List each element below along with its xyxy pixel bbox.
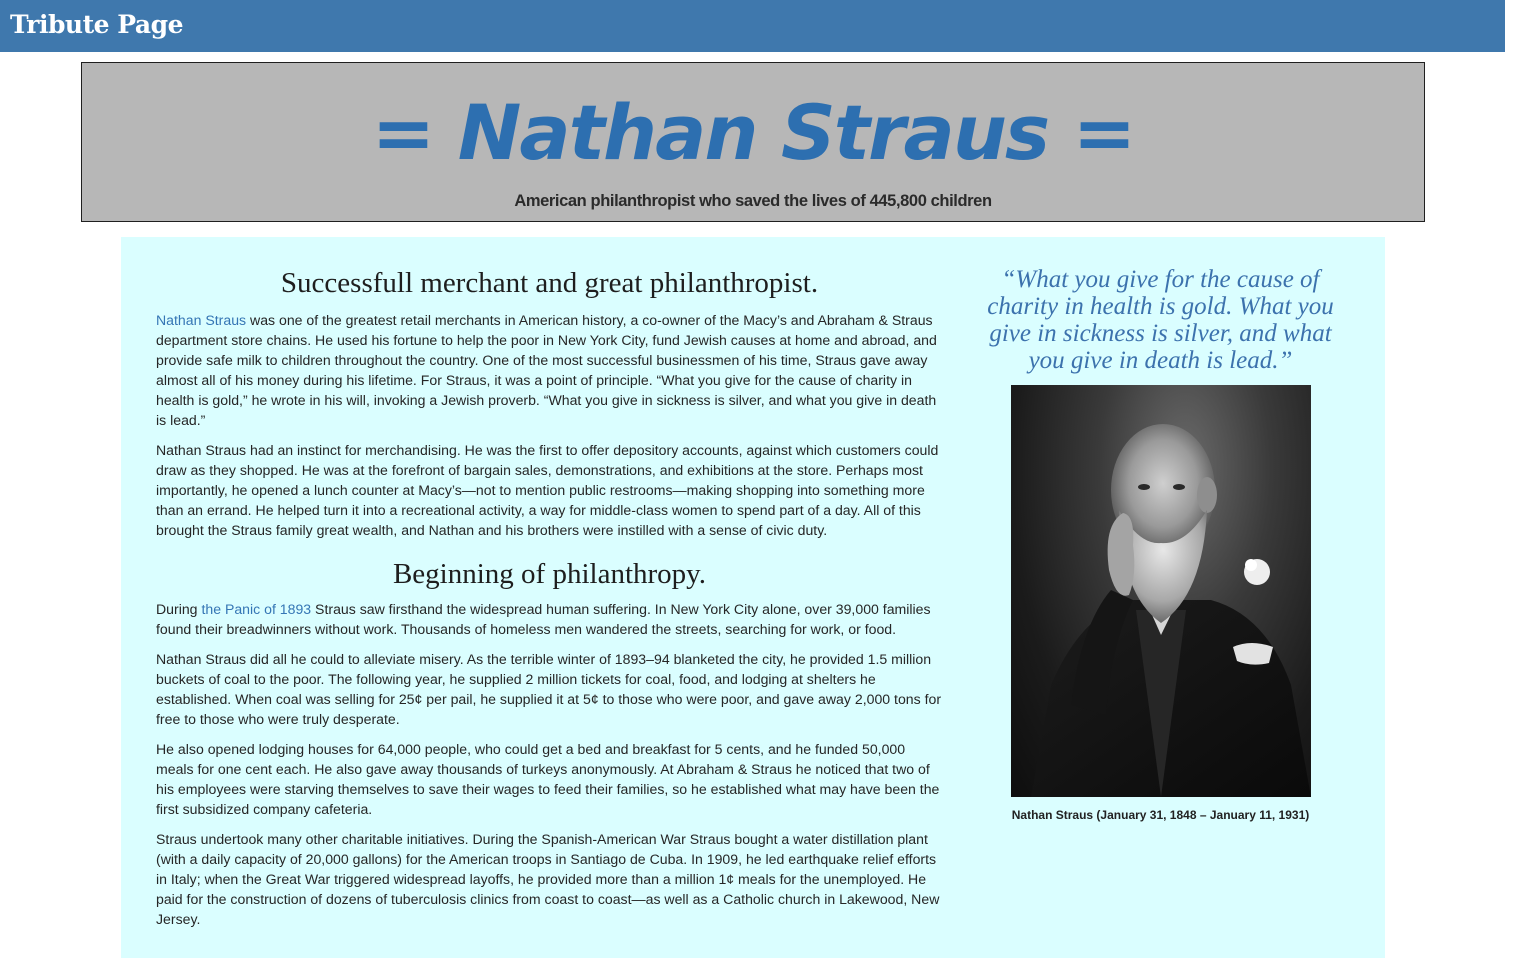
panic-of-1893-link[interactable]: the Panic of 1893 xyxy=(201,601,311,617)
paragraph: He also opened lodging houses for 64,000… xyxy=(156,741,940,817)
brand-title[interactable]: Tribute Page xyxy=(10,7,183,43)
navbar: Tribute Page xyxy=(0,0,1505,52)
hero-title: = Nathan Straus = xyxy=(371,88,1137,177)
section-heading-philanthropy: Beginning of philanthropy. xyxy=(392,558,707,590)
paragraph: During the Panic of 1893 Straus saw firs… xyxy=(156,599,943,639)
paragraph: Nathan Straus did all he could to allevi… xyxy=(156,651,942,727)
portrait-image xyxy=(1011,385,1311,797)
paragraph: Nathan Straus had an instinct for mercha… xyxy=(156,442,939,538)
article: Successfull merchant and great philanthr… xyxy=(156,237,943,939)
paragraph-text: was one of the greatest retail merchants… xyxy=(156,312,937,428)
section-heading-merchant: Successfull merchant and great philanthr… xyxy=(280,267,819,299)
page: Tribute Page = Nathan Straus = American … xyxy=(0,0,1505,958)
hero-banner: = Nathan Straus = American philanthropis… xyxy=(81,62,1425,222)
paragraph-text: During xyxy=(156,601,202,617)
portrait-caption: Nathan Straus (January 31, 1848 – Januar… xyxy=(1011,808,1310,822)
main-content: Successfull merchant and great philanthr… xyxy=(121,237,1385,958)
quote: “What you give for the cause of charity … xyxy=(987,266,1334,374)
paragraph: Straus undertook many other charitable i… xyxy=(156,831,940,927)
hero-subtitle: American philanthropist who saved the li… xyxy=(514,192,992,210)
paragraph: Nathan Straus was one of the greatest re… xyxy=(156,310,943,430)
nathan-straus-link[interactable]: Nathan Straus xyxy=(156,312,246,328)
portrait-illustration xyxy=(1031,424,1311,797)
